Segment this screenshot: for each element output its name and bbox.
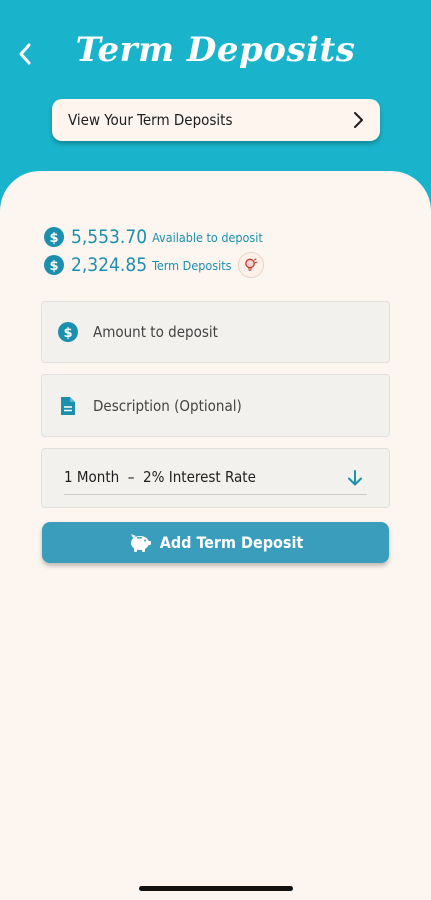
lightbulb-help-icon	[244, 258, 258, 271]
page-title: Term Deposits	[75, 30, 356, 70]
amount-field[interactable]: $ Amount to deposit	[41, 301, 390, 363]
document-icon	[57, 395, 79, 417]
description-placeholder: Description (Optional)	[93, 396, 242, 415]
svg-text:$: $	[49, 231, 58, 246]
available-label: Available to deposit	[152, 229, 263, 245]
help-button[interactable]	[237, 252, 264, 278]
add-term-deposit-label: Add Term Deposit	[159, 533, 304, 552]
available-balance: $ 5,553.70 Available to deposit	[44, 226, 263, 248]
piggy-bank-icon	[130, 533, 151, 552]
term-deposits-label: Term Deposits	[152, 257, 232, 273]
header: Term Deposits View Your Term Deposits	[0, 0, 431, 200]
dollar-coin-icon: $	[57, 321, 79, 343]
description-field[interactable]: Description (Optional)	[41, 374, 390, 437]
view-term-deposits-label: View Your Term Deposits	[68, 111, 233, 129]
available-amount: 5,553.70	[71, 226, 148, 248]
select-underline	[64, 494, 367, 495]
term-deposits-balance: $ 2,324.85 Term Deposits	[44, 252, 264, 278]
term-select[interactable]: 1 Month – 2% Interest Rate	[41, 448, 390, 508]
chevron-right-icon	[350, 110, 366, 130]
term-deposits-amount: 2,324.85	[71, 254, 148, 276]
view-term-deposits-button[interactable]: View Your Term Deposits	[52, 99, 380, 141]
add-term-deposit-button[interactable]: Add Term Deposit	[42, 522, 389, 563]
term-selected-value: 1 Month – 2% Interest Rate	[64, 468, 256, 486]
svg-text:$: $	[49, 259, 58, 274]
dollar-coin-icon: $	[44, 255, 64, 275]
dollar-coin-icon: $	[44, 227, 64, 247]
home-indicator[interactable]	[139, 886, 293, 891]
amount-placeholder: Amount to deposit	[93, 323, 218, 341]
svg-text:$: $	[63, 326, 72, 341]
arrow-down-icon	[348, 470, 362, 486]
